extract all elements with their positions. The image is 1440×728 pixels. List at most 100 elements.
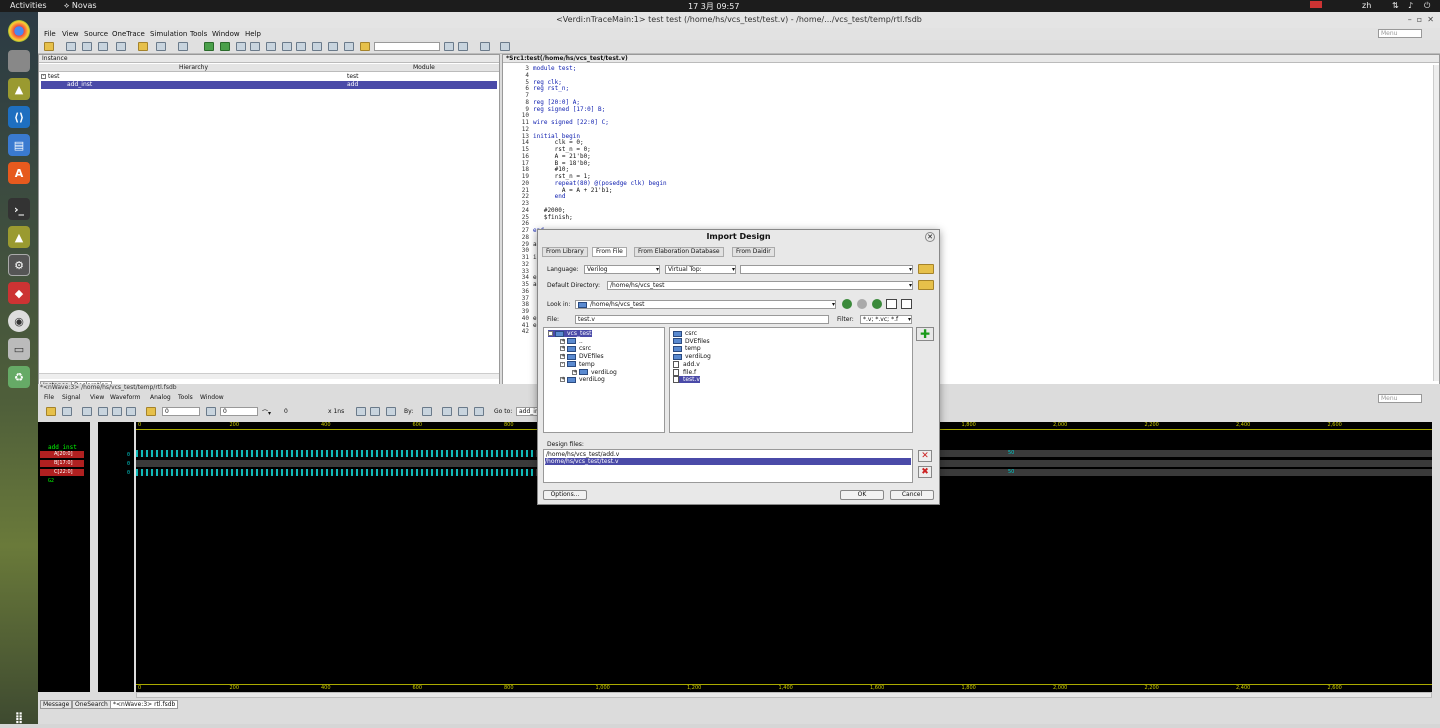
tree-item[interactable]: + verdiLog: [560, 376, 605, 383]
remove-all-button[interactable]: ✖: [918, 466, 932, 478]
marker-time-input[interactable]: 0: [220, 407, 258, 416]
tool-icon[interactable]: [500, 42, 510, 51]
next-icon[interactable]: [458, 407, 468, 416]
directory-tree[interactable]: - vcs_test +.. + csrc + DVEfiles - temp + verdiLog…: [543, 327, 665, 433]
add-file-button[interactable]: ✚: [916, 327, 934, 341]
tab-from-file[interactable]: From File: [592, 247, 627, 257]
signal-b[interactable]: B[17:0]: [40, 460, 84, 467]
expand-icon[interactable]: -: [560, 361, 565, 367]
forward-icon[interactable]: [250, 42, 260, 51]
tool-icon[interactable]: [82, 42, 92, 51]
cut-icon[interactable]: [98, 407, 108, 416]
signal-a[interactable]: A[20:0]: [40, 451, 84, 458]
file-input[interactable]: test.v: [575, 315, 829, 324]
verdi2-icon[interactable]: ▲: [8, 226, 30, 248]
power-icon[interactable]: ⏻: [1424, 1, 1430, 11]
wave-menu-search[interactable]: Menu: [1378, 394, 1422, 403]
folder-icon[interactable]: [138, 42, 148, 51]
by-combo[interactable]: [422, 407, 432, 416]
tool-icon[interactable]: [98, 42, 108, 51]
menu-source[interactable]: Source: [84, 30, 108, 38]
instance-hscroll[interactable]: [39, 373, 499, 379]
tab-from-elaboration[interactable]: From Elaboration Database: [634, 247, 724, 257]
wave-menu-window[interactable]: Window: [200, 394, 224, 401]
goto-input[interactable]: add_in: [516, 407, 538, 416]
ok-button[interactable]: OK: [840, 490, 884, 500]
file-item[interactable]: verdiLog: [673, 353, 711, 360]
menu-tools[interactable]: Tools: [190, 30, 207, 38]
list-view-icon[interactable]: [901, 299, 912, 309]
wave-menu-file[interactable]: File: [44, 394, 54, 401]
instance-row-selected[interactable]: add_inst add: [41, 81, 497, 89]
instance-row[interactable]: - test test: [41, 73, 497, 81]
tree-item[interactable]: +..: [560, 338, 583, 345]
trash-icon[interactable]: ♻: [8, 366, 30, 388]
file-item[interactable]: add.v: [673, 360, 700, 368]
back-icon[interactable]: [842, 299, 852, 309]
volume-icon[interactable]: ♪: [1408, 1, 1413, 10]
disc-icon[interactable]: ◉: [8, 310, 30, 332]
menu-window[interactable]: Window: [212, 30, 240, 38]
tool-icon[interactable]: [116, 42, 126, 51]
tool-icon[interactable]: [312, 42, 322, 51]
tab-from-daidir[interactable]: From Daidir: [732, 247, 775, 257]
clock[interactable]: 17 3月 09:57: [688, 1, 739, 12]
expand-icon[interactable]: +: [560, 354, 565, 360]
find-icon[interactable]: [458, 42, 468, 51]
expand-icon[interactable]: +: [572, 369, 577, 375]
tree-item[interactable]: - vcs_test: [548, 330, 592, 337]
tool-icon[interactable]: [66, 42, 76, 51]
menu-view[interactable]: View: [62, 30, 79, 38]
tab-nwave[interactable]: *<nWave:3> rtl.fsdb: [110, 700, 179, 709]
open-icon[interactable]: [44, 42, 54, 51]
open-icon[interactable]: [46, 407, 56, 416]
file-item[interactable]: test.v: [673, 376, 700, 384]
tool-icon[interactable]: [296, 42, 306, 51]
group-g2[interactable]: G2: [48, 478, 54, 484]
filter-select[interactable]: *.v; *.vc; *.f ▾: [860, 315, 912, 324]
menu-file[interactable]: File: [44, 30, 56, 38]
tool-icon[interactable]: [282, 42, 292, 51]
tree-item[interactable]: - temp: [560, 361, 595, 368]
virtual-top-input[interactable]: ▾: [740, 265, 913, 274]
wave-menu-tools[interactable]: Tools: [178, 394, 193, 401]
trace-icon[interactable]: [220, 42, 230, 51]
design-file-item[interactable]: /home/hs/vcs_test/add.v: [546, 451, 619, 458]
network-icon[interactable]: ⇅: [1392, 1, 1399, 10]
app-menu[interactable]: ⟡ Novas: [64, 1, 97, 11]
cursor-time-input[interactable]: 0: [162, 407, 200, 416]
verdi-icon[interactable]: ▲: [8, 78, 30, 100]
window-controls[interactable]: – ▫ ✕: [1408, 15, 1434, 24]
tool-icon[interactable]: [360, 42, 370, 51]
look-in-select[interactable]: /home/hs/vcs_test ▾: [575, 300, 836, 309]
app-icon[interactable]: ◆: [8, 282, 30, 304]
zoom-out-icon[interactable]: [356, 407, 366, 416]
paste-icon[interactable]: [126, 407, 136, 416]
file-item[interactable]: DVEfiles: [673, 338, 710, 345]
writer-icon[interactable]: ▤: [8, 134, 30, 156]
app-grid-icon[interactable]: ⣿: [8, 706, 30, 728]
file-item[interactable]: csrc: [673, 330, 697, 337]
menu-simulation[interactable]: Simulation: [150, 30, 187, 38]
vscode-icon[interactable]: ⟨⟩: [8, 106, 30, 128]
wave-menu-signal[interactable]: Signal: [62, 394, 80, 401]
software-icon[interactable]: A: [8, 162, 30, 184]
language-select[interactable]: Verilog ▾: [584, 265, 660, 274]
zoom-fit-icon[interactable]: [386, 407, 396, 416]
trace-icon[interactable]: [204, 42, 214, 51]
tool-icon[interactable]: [206, 407, 216, 416]
tool-icon[interactable]: [480, 42, 490, 51]
file-list[interactable]: csrc DVEfiles temp verdiLog add.v file.f test.…: [669, 327, 913, 433]
expand-icon[interactable]: +: [560, 338, 565, 344]
tool-icon[interactable]: [62, 407, 72, 416]
back-icon[interactable]: [236, 42, 246, 51]
tree-item[interactable]: + verdiLog: [572, 369, 617, 376]
tool-icon[interactable]: [474, 407, 484, 416]
tree-item[interactable]: + csrc: [560, 345, 591, 352]
options-button[interactable]: Options...: [543, 490, 587, 500]
cancel-button[interactable]: Cancel: [890, 490, 934, 500]
design-files-list[interactable]: /home/hs/vcs_test/add.v /home/hs/vcs_tes…: [543, 449, 913, 483]
virtual-top-select[interactable]: Virtual Top: ▾: [665, 265, 736, 274]
copy-icon[interactable]: [112, 407, 122, 416]
wave-menu-analog[interactable]: Analog: [150, 394, 171, 401]
